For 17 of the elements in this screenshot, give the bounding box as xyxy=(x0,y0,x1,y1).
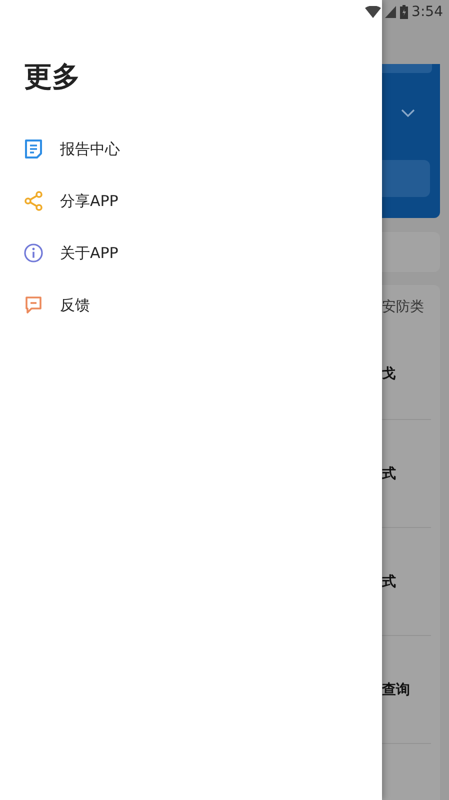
menu-item[interactable]: 关于APP xyxy=(60,244,118,262)
menu-item[interactable]: 报告中心 xyxy=(60,140,120,158)
wifi-icon xyxy=(364,6,381,18)
row-title: 戈 xyxy=(382,365,396,383)
chevron-down-icon[interactable] xyxy=(401,109,415,118)
input-field[interactable] xyxy=(382,160,430,197)
category-tab[interactable]: 安防类 xyxy=(382,285,424,329)
status-time: 3:54 xyxy=(412,4,443,20)
menu-item[interactable]: 反馈 xyxy=(60,296,90,314)
drawer-title: 更多 xyxy=(24,59,80,95)
signal-icon xyxy=(384,6,396,18)
card-background xyxy=(382,232,440,272)
row-title: 式 xyxy=(382,572,396,590)
row-title: 查询 xyxy=(382,680,410,698)
battery-icon xyxy=(400,5,408,19)
row-title: 式 xyxy=(382,464,396,482)
menu-item[interactable]: 分享APP xyxy=(60,192,118,210)
